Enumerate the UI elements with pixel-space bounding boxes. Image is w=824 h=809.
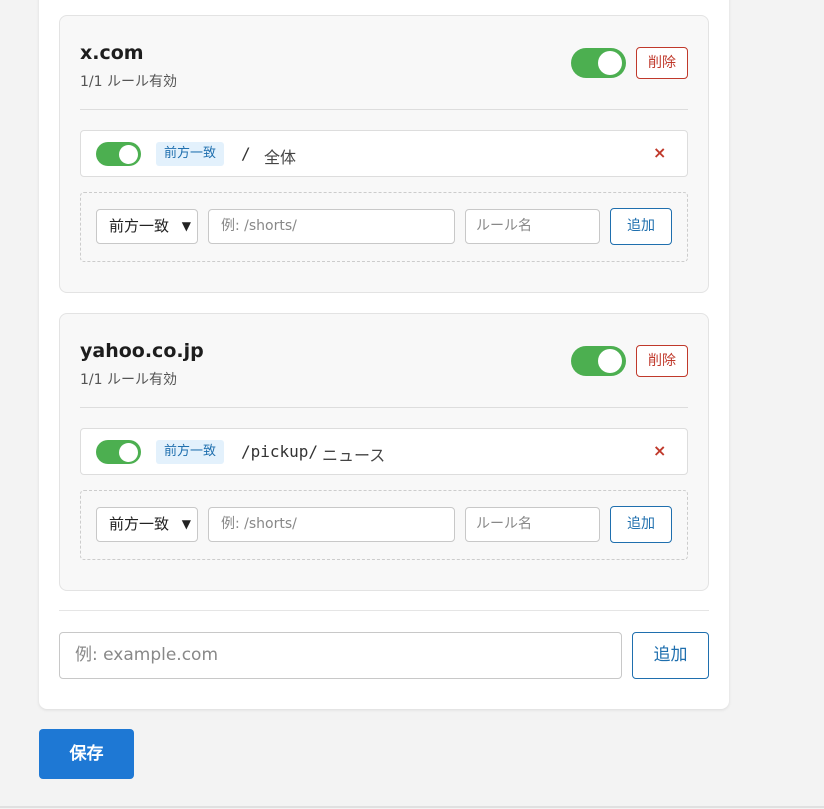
toggle-knob [119,442,138,462]
site-card-x-com: x.com 1/1 ルール有効 削除 前方一致 / 全体 × 前方一致 ▼ 例:… [59,15,709,293]
rule-name-input[interactable]: ルール名 [465,507,600,542]
site-domain: x.com [80,42,144,64]
delete-site-button[interactable]: 削除 [636,345,688,377]
match-type-badge: 前方一致 [156,142,225,166]
toggle-knob [598,51,622,75]
chevron-down-icon: ▼ [181,517,191,531]
rule-path-input[interactable]: 例: /shorts/ [208,209,455,244]
remove-rule-icon[interactable]: × [653,441,666,460]
add-rule-form: 前方一致 ▼ 例: /shorts/ ルール名 追加 [80,192,688,262]
match-type-select[interactable]: 前方一致 ▼ [96,209,198,244]
delete-site-button[interactable]: 削除 [636,47,688,79]
rule-enabled-toggle[interactable] [96,440,141,464]
rule-path: / [241,144,251,163]
rule-path-input[interactable]: 例: /shorts/ [208,507,455,542]
add-rule-button[interactable]: 追加 [610,208,672,245]
match-type-badge: 前方一致 [156,440,225,464]
add-site-button[interactable]: 追加 [632,632,709,679]
match-type-value: 前方一致 [109,515,170,533]
site-divider [80,407,688,408]
page-divider [0,806,824,808]
site-card-yahoo-co-jp: yahoo.co.jp 1/1 ルール有効 削除 前方一致 /pickup/ ニ… [59,313,709,591]
rule-path: /pickup/ [241,442,319,461]
toggle-knob [119,144,138,164]
remove-rule-icon[interactable]: × [653,143,666,162]
site-rule-summary: 1/1 ルール有効 [80,372,177,388]
rule-name-input[interactable]: ルール名 [465,209,600,244]
site-enabled-toggle[interactable] [571,48,626,78]
new-domain-input[interactable]: 例: example.com [59,632,622,679]
section-divider [59,610,709,611]
rule-name: 全体 [264,148,297,167]
site-enabled-toggle[interactable] [571,346,626,376]
site-domain: yahoo.co.jp [80,340,204,362]
save-button[interactable]: 保存 [39,729,134,779]
rule-row: 前方一致 / 全体 × [80,130,688,177]
rule-enabled-toggle[interactable] [96,142,141,166]
site-rule-summary: 1/1 ルール有効 [80,74,177,90]
match-type-value: 前方一致 [109,217,170,235]
settings-panel: x.com 1/1 ルール有効 削除 前方一致 / 全体 × 前方一致 ▼ 例:… [39,0,729,709]
site-divider [80,109,688,110]
add-rule-button[interactable]: 追加 [610,506,672,543]
rule-name: ニュース [322,446,386,465]
rule-row: 前方一致 /pickup/ ニュース × [80,428,688,475]
match-type-select[interactable]: 前方一致 ▼ [96,507,198,542]
chevron-down-icon: ▼ [181,219,191,233]
toggle-knob [598,349,622,373]
add-rule-form: 前方一致 ▼ 例: /shorts/ ルール名 追加 [80,490,688,560]
